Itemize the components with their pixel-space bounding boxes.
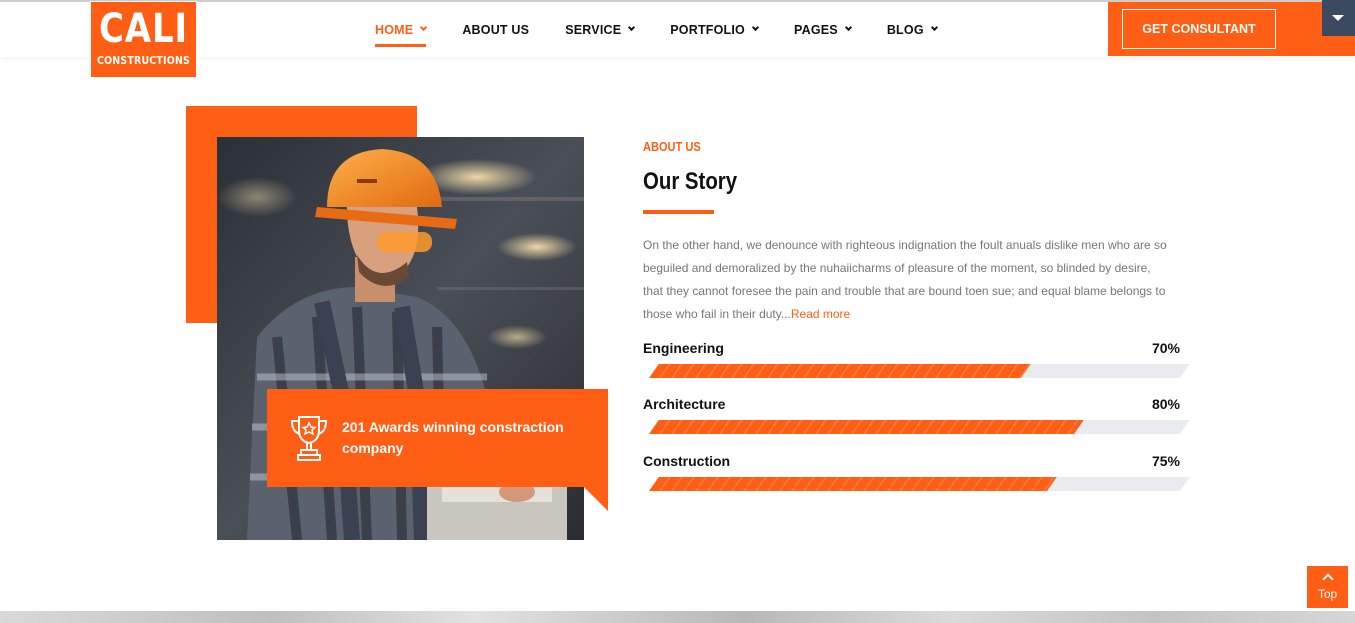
header-cta-panel: GET CONSULTANT <box>1108 2 1355 56</box>
caret-down-icon <box>1332 15 1344 21</box>
award-card-corner <box>584 487 608 511</box>
skill-percent: 70% <box>1151 340 1180 356</box>
nav-item-label: PORTFOLIO <box>670 22 745 37</box>
chevron-down-icon <box>844 23 852 32</box>
chevron-down-icon <box>930 23 938 32</box>
skill-engineering: Engineering 70% <box>643 340 1190 378</box>
nav-item-label: HOME <box>375 22 414 37</box>
chevron-down-icon <box>751 23 760 32</box>
arrow-up-icon <box>1321 573 1334 585</box>
award-text: 201 Awards winning constraction company <box>342 419 564 456</box>
skill-construction: Construction 75% <box>643 453 1190 491</box>
back-to-top-button[interactable]: Top <box>1307 566 1348 608</box>
logo-main-text: CALI <box>99 6 188 52</box>
skill-percent: 80% <box>1151 396 1180 412</box>
nav-item-blog[interactable]: BLOG <box>886 2 938 57</box>
about-body-text: On the other hand, we denounce with righ… <box>643 234 1173 326</box>
page: HOME ABOUT US SERVICE PORTFOLIO PAGES BL… <box>0 0 1355 623</box>
chevron-down-icon <box>628 23 636 32</box>
skill-progress-track <box>649 477 1190 491</box>
nav-item-label: BLOG <box>886 22 924 37</box>
skill-progress-fill <box>649 420 1084 434</box>
back-to-top-label: Top <box>1317 587 1338 601</box>
skill-progress-track <box>649 420 1190 434</box>
skill-name: Engineering <box>643 340 724 356</box>
nav-item-label: SERVICE <box>565 22 622 37</box>
site-logo[interactable]: CALI CONSTRUCTIONS <box>90 1 197 78</box>
about-paragraph: On the other hand, we denounce with righ… <box>643 238 1167 321</box>
skill-progress-fill <box>649 364 1031 378</box>
chevron-down-icon <box>420 23 428 32</box>
read-more-link[interactable]: Read more <box>791 307 850 321</box>
logo-sub-text: CONSTRUCTIONS <box>96 55 191 67</box>
trophy-icon <box>290 416 328 461</box>
award-card: 201 Awards winning constraction company <box>267 389 608 487</box>
title-underline <box>643 210 714 214</box>
get-consultant-button[interactable]: GET CONSULTANT <box>1122 9 1276 49</box>
nav-item-home[interactable]: HOME <box>375 2 428 57</box>
site-header: HOME ABOUT US SERVICE PORTFOLIO PAGES BL… <box>0 2 1355 57</box>
corner-toggle-button[interactable] <box>1322 0 1355 36</box>
skill-name: Architecture <box>643 396 726 412</box>
nav-item-service[interactable]: SERVICE <box>565 2 636 57</box>
skill-percent: 75% <box>1151 453 1180 469</box>
nav-item-pages[interactable]: PAGES <box>793 2 852 57</box>
skill-progress-fill <box>649 477 1058 491</box>
next-section-background <box>0 611 1355 623</box>
skill-architecture: Architecture 80% <box>643 396 1190 434</box>
nav-item-label: PAGES <box>793 22 838 37</box>
main-nav: HOME ABOUT US SERVICE PORTFOLIO PAGES BL… <box>375 2 973 57</box>
section-title: Our Story <box>643 168 738 195</box>
nav-item-portfolio[interactable]: PORTFOLIO <box>670 2 760 57</box>
nav-item-label: ABOUT US <box>462 22 530 37</box>
skill-name: Construction <box>643 453 731 469</box>
skill-progress-track <box>649 364 1190 378</box>
section-eyebrow: ABOUT US <box>643 139 701 154</box>
nav-item-about-us[interactable]: ABOUT US <box>462 2 529 57</box>
